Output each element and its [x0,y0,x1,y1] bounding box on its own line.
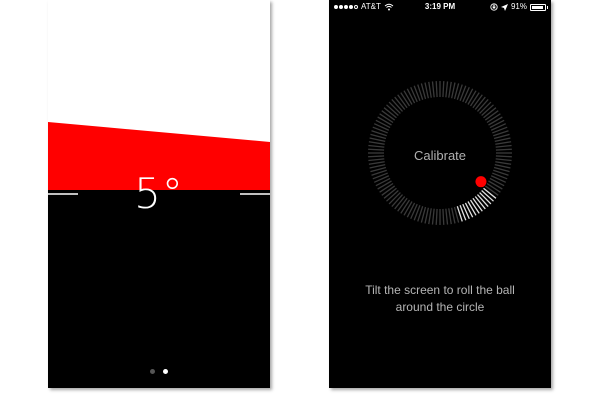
calibration-tick [424,207,429,224]
calibration-tick [375,177,391,187]
calibration-tick [448,81,452,98]
calibration-tick-filled [464,202,474,218]
calibration-tick [445,208,449,225]
calibration-tick-filled [467,201,477,216]
calibration-tick [451,82,456,99]
calibration-tick [377,180,392,190]
level-screen: 5° [48,0,270,388]
calibration-tick [403,201,413,216]
calibration-tick [442,81,445,98]
calibration-tick [489,177,505,187]
calibrate-label: Calibrate [413,148,467,163]
page-dot-level[interactable] [163,369,168,374]
calibration-tick [377,116,392,126]
calibration-tick [488,180,503,190]
calibration-dial [368,81,512,225]
calibration-tick [467,90,477,105]
calibration-tick [495,141,512,145]
calibration-tick [369,164,386,169]
calibration-tick [495,144,512,148]
calibration-tick [488,116,503,126]
calibration-tick [445,81,449,98]
calibration-tick [368,144,385,148]
calibration-tick [494,137,511,142]
calibration-tick [489,119,505,129]
calibrate-screen: AT&T 3:19 PM 91% Calibrate Tilt the scre… [329,0,551,388]
calibration-tick [431,208,435,225]
calibration-tick [494,164,511,169]
calibration-tick [406,88,416,104]
calibration-tick [442,208,445,225]
calibration-tick [375,119,391,129]
level-angle-readout: 5° [134,169,184,218]
calibration-tick [435,208,438,225]
calibration-tick [464,88,474,104]
calibration-tick [406,202,416,218]
calibration-tick [368,141,385,145]
calibration-tick [369,137,386,142]
page-indicator[interactable] [48,369,270,377]
calibration-tick [424,82,429,99]
calibration-tick [403,90,413,105]
calibration-tick [428,81,432,98]
calibration-tick [431,81,435,98]
calibration-tick [428,208,432,225]
calibration-tick [435,81,438,98]
level-bottom-black [48,190,270,388]
calibration-tick [448,208,452,225]
instruction-text: Tilt the screen to roll the ball around … [365,283,515,314]
calibration-tick [451,207,456,224]
page-dot-compass[interactable] [150,369,155,374]
calibration-ball[interactable] [475,176,487,188]
